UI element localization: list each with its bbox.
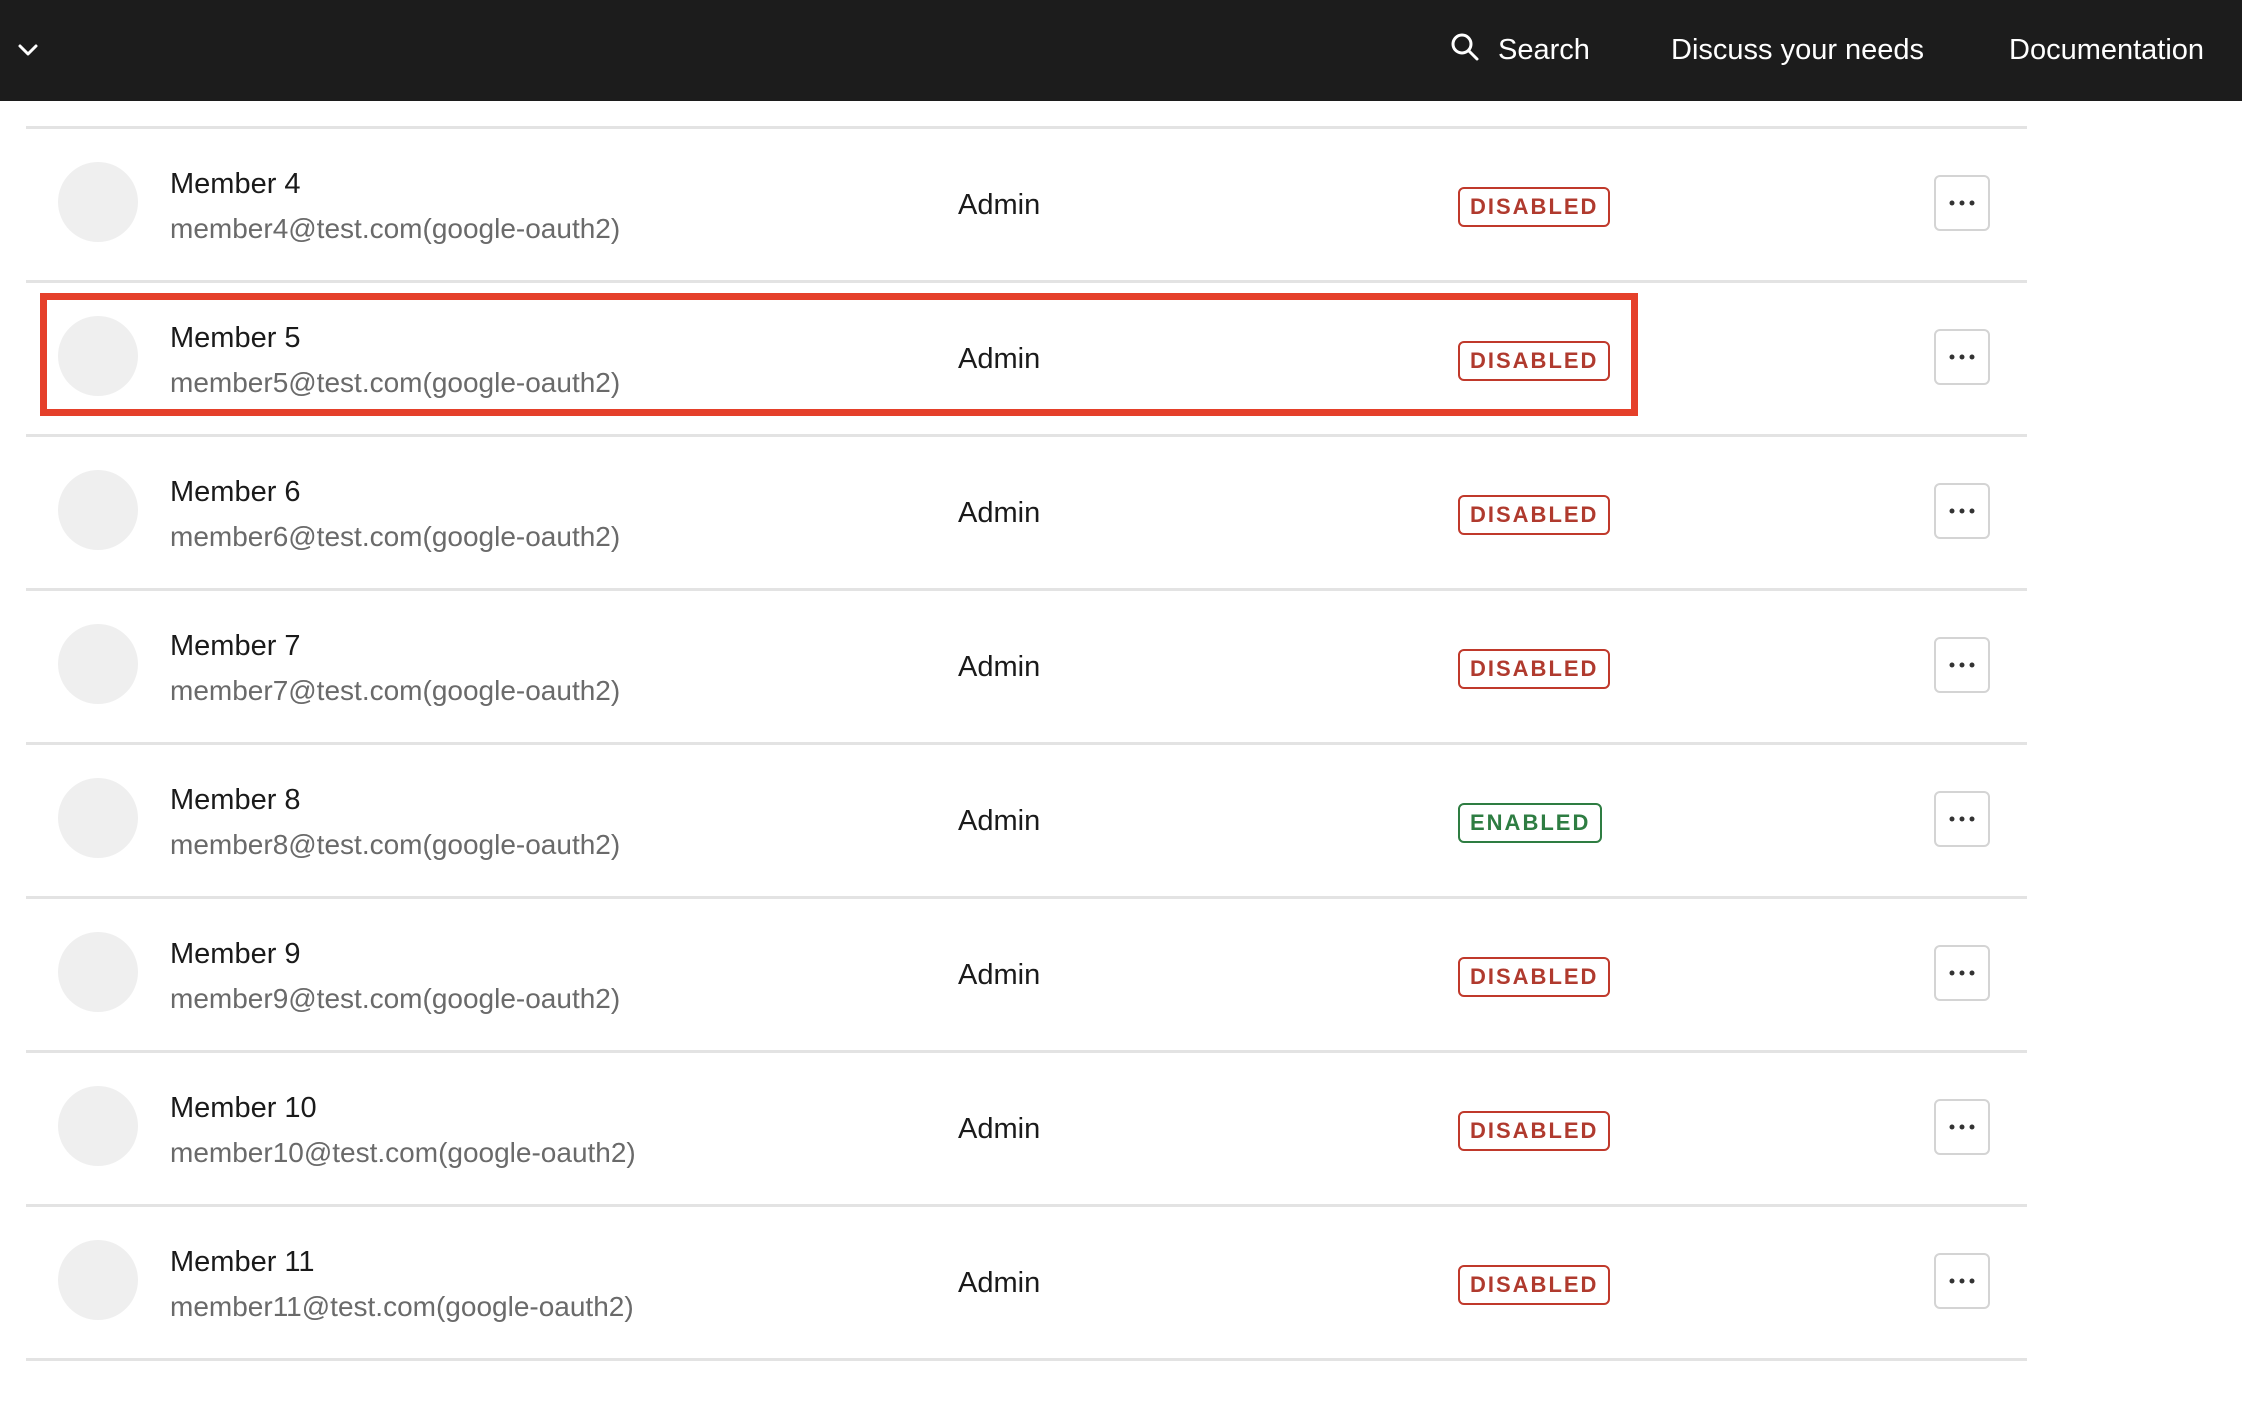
more-actions-button[interactable] <box>1934 483 1990 539</box>
member-role: Admin <box>958 1267 1041 1299</box>
status-badge: DISABLED <box>1458 1265 1611 1305</box>
chevron-down-icon[interactable] <box>14 36 42 64</box>
member-role: Admin <box>958 343 1041 375</box>
more-icon <box>1949 816 1975 822</box>
avatar <box>58 470 138 550</box>
status-badge: DISABLED <box>1458 1111 1611 1151</box>
member-row: Member 10 member10@test.com(google-oauth… <box>26 1053 2027 1207</box>
member-role: Admin <box>958 1113 1041 1145</box>
members-list: Member 4 member4@test.com(google-oauth2)… <box>26 126 2027 1361</box>
member-email: member7@test.com(google-oauth2) <box>170 675 621 706</box>
status-badge: DISABLED <box>1458 957 1611 997</box>
more-icon <box>1949 354 1975 360</box>
member-email: member10@test.com(google-oauth2) <box>170 1137 636 1168</box>
member-row: Member 9 member9@test.com(google-oauth2)… <box>26 899 2027 1053</box>
member-role: Admin <box>958 805 1041 837</box>
status-badge: DISABLED <box>1458 341 1611 381</box>
more-actions-button[interactable] <box>1934 791 1990 847</box>
more-actions-button[interactable] <box>1934 1099 1990 1155</box>
member-email: member8@test.com(google-oauth2) <box>170 829 621 860</box>
member-row: Member 6 member6@test.com(google-oauth2)… <box>26 437 2027 591</box>
avatar <box>58 1240 138 1320</box>
status-badge: DISABLED <box>1458 187 1611 227</box>
member-role: Admin <box>958 189 1041 221</box>
member-email: member9@test.com(google-oauth2) <box>170 983 621 1014</box>
more-icon <box>1949 200 1975 206</box>
status-badge: ENABLED <box>1458 803 1603 843</box>
search-icon <box>1450 32 1498 70</box>
member-role: Admin <box>958 959 1041 991</box>
member-name: Member 11 <box>170 1246 315 1278</box>
status-badge: DISABLED <box>1458 495 1611 535</box>
member-name: Member 10 <box>170 1092 317 1124</box>
more-icon <box>1949 1278 1975 1284</box>
more-icon <box>1949 1124 1975 1130</box>
avatar <box>58 778 138 858</box>
more-icon <box>1949 508 1975 514</box>
more-actions-button[interactable] <box>1934 945 1990 1001</box>
member-name: Member 4 <box>170 168 301 200</box>
status-badge: DISABLED <box>1458 649 1611 689</box>
more-actions-button[interactable] <box>1934 329 1990 385</box>
avatar <box>58 162 138 242</box>
member-name: Member 9 <box>170 938 301 970</box>
member-row: Member 5 member5@test.com(google-oauth2)… <box>26 283 2027 437</box>
member-role: Admin <box>958 497 1041 529</box>
member-email: member4@test.com(google-oauth2) <box>170 213 621 244</box>
more-actions-button[interactable] <box>1934 1253 1990 1309</box>
member-email: member11@test.com(google-oauth2) <box>170 1291 634 1322</box>
search-link[interactable]: Search <box>1450 0 1590 101</box>
avatar <box>58 624 138 704</box>
member-row: Member 11 member11@test.com(google-oauth… <box>26 1207 2027 1361</box>
avatar <box>58 932 138 1012</box>
more-icon <box>1949 970 1975 976</box>
discuss-your-needs-link[interactable]: Discuss your needs <box>1671 0 1924 101</box>
member-row: Member 7 member7@test.com(google-oauth2)… <box>26 591 2027 745</box>
search-label: Search <box>1498 34 1590 66</box>
member-name: Member 5 <box>170 322 301 354</box>
member-row: Member 4 member4@test.com(google-oauth2)… <box>26 129 2027 283</box>
member-email: member5@test.com(google-oauth2) <box>170 367 621 398</box>
avatar <box>58 316 138 396</box>
more-actions-button[interactable] <box>1934 175 1990 231</box>
avatar <box>58 1086 138 1166</box>
member-row: Member 8 member8@test.com(google-oauth2)… <box>26 745 2027 899</box>
member-name: Member 6 <box>170 476 301 508</box>
more-actions-button[interactable] <box>1934 637 1990 693</box>
top-navigation-bar: Search Discuss your needs Documentation <box>0 0 2242 101</box>
documentation-link[interactable]: Documentation <box>2009 0 2204 101</box>
member-name: Member 7 <box>170 630 301 662</box>
member-role: Admin <box>958 651 1041 683</box>
member-name: Member 8 <box>170 784 301 816</box>
member-email: member6@test.com(google-oauth2) <box>170 521 621 552</box>
more-icon <box>1949 662 1975 668</box>
